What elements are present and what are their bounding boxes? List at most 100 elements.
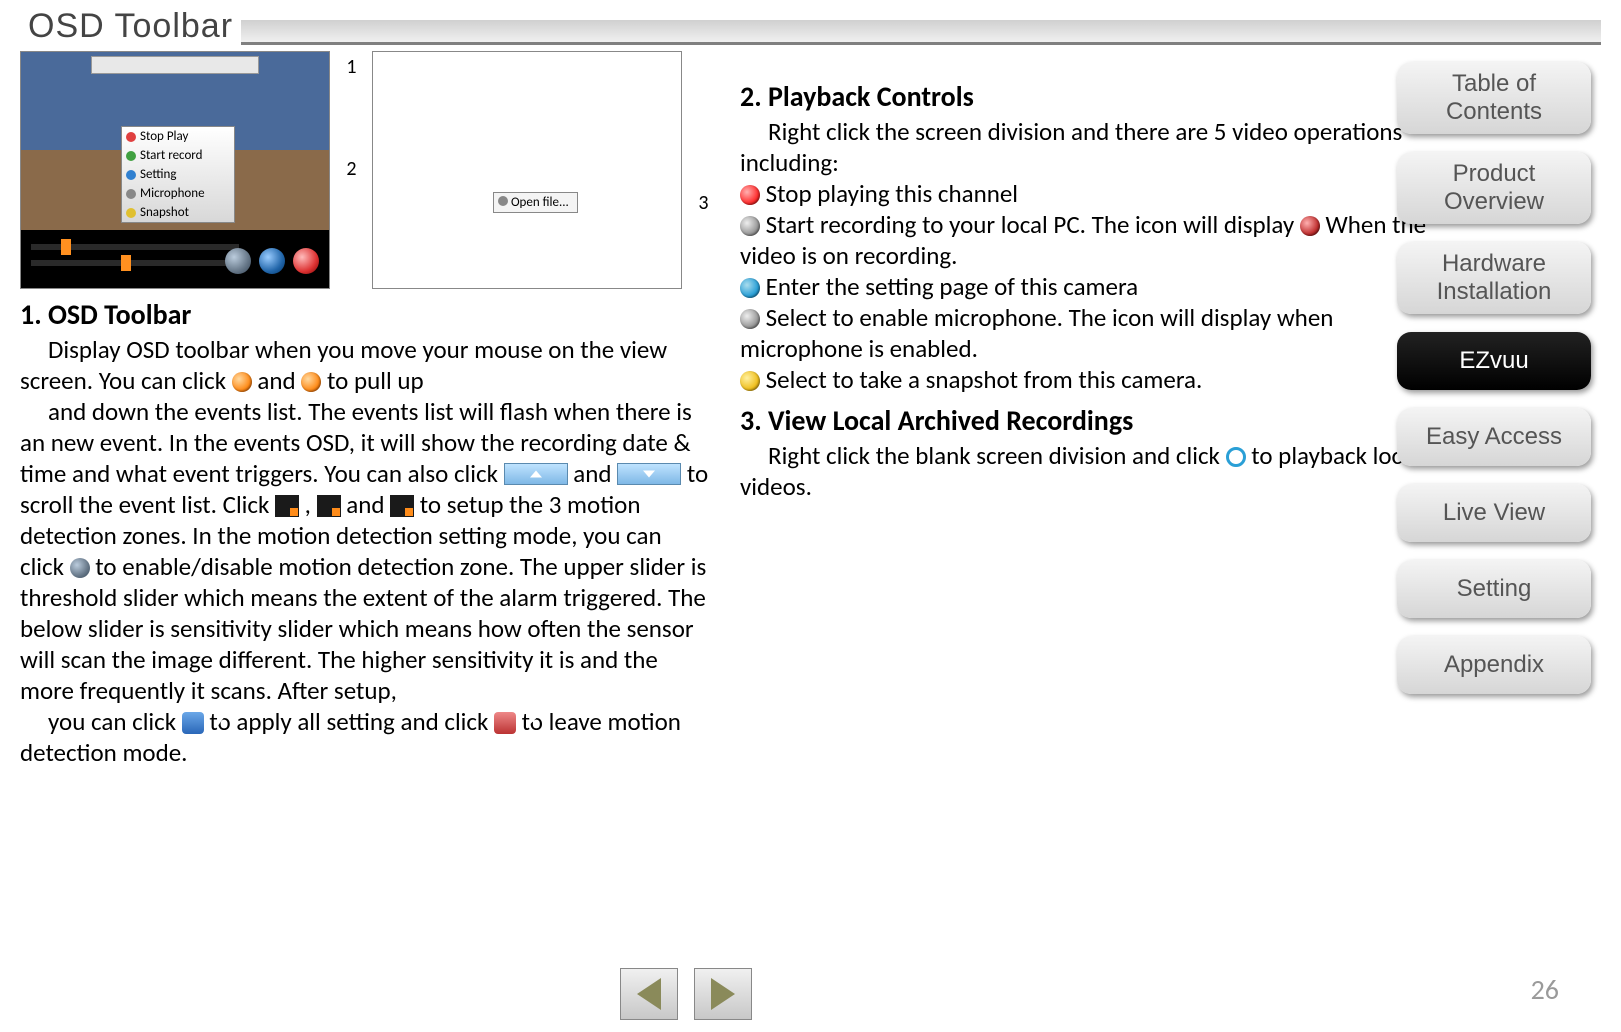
nav-label: Hardware Installation: [1405, 250, 1583, 305]
nav-label: Live View: [1443, 499, 1545, 527]
title-bar-fill: [241, 20, 1601, 42]
setting-icon: [740, 278, 760, 298]
op-mic: Select to enable microphone. The icon wi…: [740, 302, 1430, 364]
para-2-intro: Right click the screen division and ther…: [740, 116, 1430, 178]
close-x-icon: [494, 712, 516, 734]
text: Start recording to your local PC. The ic…: [766, 209, 1300, 240]
text: to pull up: [327, 365, 424, 396]
chevron-right-icon: [711, 978, 735, 1010]
nav-table-of-contents[interactable]: Table of Contents: [1397, 62, 1591, 134]
microphone-icon: [740, 309, 760, 329]
close-icon: [293, 248, 319, 274]
left-column: Stop Play Start record Setting Microphon…: [20, 51, 740, 768]
nav-label: Setting: [1457, 575, 1532, 603]
spacer: [740, 51, 1430, 71]
figure-row: Stop Play Start record Setting Microphon…: [20, 51, 710, 289]
figure-osd-toolbar: Stop Play Start record Setting Microphon…: [20, 51, 330, 289]
para-1-end: you can click to apply all setting and c…: [20, 706, 710, 768]
doc-icon: [498, 196, 508, 206]
text: and: [346, 489, 390, 520]
snapshot-icon: [740, 371, 760, 391]
text: Stop playing this channel: [766, 178, 1018, 209]
nav-product-overview[interactable]: Product Overview: [1397, 152, 1591, 224]
content-area: Stop Play Start record Setting Microphon…: [0, 45, 1621, 768]
section-1-body: Display OSD toolbar when you move your m…: [20, 334, 710, 768]
menu-item-microphone: Microphone: [122, 184, 234, 203]
nav-setting[interactable]: Setting: [1397, 560, 1591, 618]
threshold-slider: [31, 244, 239, 250]
callout-3: 3: [698, 191, 708, 215]
scroll-up-button-icon: [504, 463, 568, 485]
bottom-icons: [225, 248, 319, 274]
nav-label: Table of Contents: [1405, 70, 1583, 125]
mic-icon: [126, 189, 136, 199]
slider-thumb: [121, 255, 131, 271]
text: and: [257, 365, 301, 396]
op-record: Start recording to your local PC. The ic…: [740, 209, 1430, 271]
prev-page-button[interactable]: [620, 968, 678, 1020]
open-file-icon: [1226, 447, 1246, 467]
sensitivity-slider: [31, 260, 239, 266]
nav-label: Appendix: [1444, 651, 1544, 679]
menu-label: Stop Play: [140, 129, 188, 144]
text: Select to take a snapshot from this came…: [766, 364, 1203, 395]
motion-zone-3-icon: [390, 495, 414, 517]
menu-item-stop-play: Stop Play: [122, 127, 234, 146]
text: you can click: [48, 706, 182, 737]
nav-label: Product Overview: [1405, 160, 1583, 215]
menu-item-start-record: Start record: [122, 146, 234, 165]
setting-icon: [126, 170, 136, 180]
para-3: Right click the blank screen division an…: [740, 440, 1430, 502]
menu-item-setting: Setting: [122, 165, 234, 184]
open-file-menu: Open file...: [493, 192, 578, 213]
event-bar: [91, 56, 259, 74]
nav-label: Easy Access: [1426, 423, 1562, 451]
section-2-heading: 2. Playback Controls: [740, 79, 1430, 114]
slider-thumb: [61, 239, 71, 255]
text: Right click the blank screen division an…: [768, 440, 1226, 471]
record-icon: [740, 216, 760, 236]
pager: [620, 968, 752, 1020]
motion-zone-1-icon: [275, 495, 299, 517]
chevron-left-icon: [637, 978, 661, 1010]
menu-label: Snapshot: [140, 205, 189, 220]
text: Enter the setting page of this camera: [766, 271, 1139, 302]
menu-item-snapshot: Snapshot: [122, 203, 234, 222]
next-page-button[interactable]: [694, 968, 752, 1020]
page-title: OSD Toolbar: [20, 7, 241, 46]
callout-col-2: 3: [696, 51, 710, 289]
figure-open-file: Open file...: [372, 51, 682, 289]
nav-label: EZvuu: [1459, 347, 1528, 375]
callout-1: 1: [346, 55, 356, 79]
section-1-heading: 1. OSD Toolbar: [20, 297, 710, 332]
recording-active-icon: [1300, 216, 1320, 236]
up-arrow-icon: [232, 372, 252, 392]
text: ,: [305, 489, 317, 520]
nav-appendix[interactable]: Appendix: [1397, 636, 1591, 694]
op-snapshot: Select to take a snapshot from this came…: [740, 364, 1430, 395]
callout-2: 2: [346, 157, 356, 181]
page-title-bar: OSD Toolbar: [20, 0, 1601, 45]
nav-ezvuu[interactable]: EZvuu: [1397, 332, 1591, 390]
section-3-heading: 3. View Local Archived Recordings: [740, 403, 1430, 438]
nav-live-view[interactable]: Live View: [1397, 484, 1591, 542]
motion-zone-2-icon: [317, 495, 341, 517]
open-file-label: Open file...: [511, 195, 569, 210]
text: Select to enable microphone. The icon wi…: [740, 302, 1333, 364]
para-1-rest: and down the events list. The events lis…: [20, 396, 710, 706]
right-column: 2. Playback Controls Right click the scr…: [740, 51, 1450, 768]
callout-col-1: 1 2: [344, 51, 358, 289]
menu-label: Setting: [140, 167, 176, 182]
snapshot-icon: [126, 208, 136, 218]
nav-hardware-installation[interactable]: Hardware Installation: [1397, 242, 1591, 314]
toggle-zone-icon: [70, 558, 90, 578]
sliders: [31, 234, 239, 276]
text: to enable/disable motion detection zone.…: [20, 551, 706, 706]
apply-icon: [259, 248, 285, 274]
section-3-body: Right click the blank screen division an…: [740, 440, 1430, 502]
nav-easy-access[interactable]: Easy Access: [1397, 408, 1591, 466]
record-icon: [126, 151, 136, 161]
scroll-down-button-icon: [617, 463, 681, 485]
stop-icon: [126, 132, 136, 142]
text: to apply all setting and click: [209, 706, 494, 737]
